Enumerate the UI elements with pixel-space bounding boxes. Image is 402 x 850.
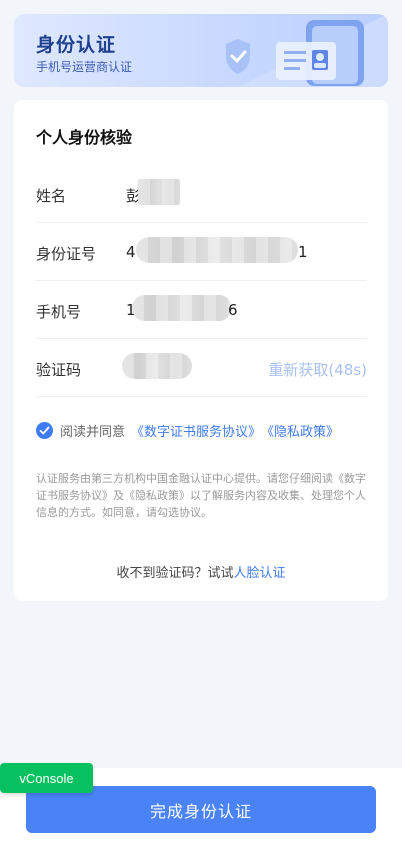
complete-verification-button[interactable]: 完成身份认证 — [26, 786, 376, 833]
id-number-redaction-mosaic — [136, 237, 298, 263]
checkmark-icon — [39, 426, 50, 434]
name-redaction-mosaic — [138, 179, 180, 205]
verification-code-row: 验证码 重新获取(48s) — [36, 339, 367, 397]
service-agreement-link[interactable]: 《数字证书服务协议》 — [131, 421, 261, 440]
face-auth-link[interactable]: 人脸认证 — [234, 566, 286, 581]
verification-code-label: 验证码 — [36, 361, 82, 379]
verification-code-input[interactable] — [122, 353, 192, 379]
name-row: 姓名 彭 — [36, 165, 367, 223]
id-number-row: 身份证号 4 1 — [36, 223, 367, 281]
id-number-prefix: 4 — [126, 243, 136, 261]
name-label: 姓名 — [36, 187, 67, 205]
auth-banner: 身份认证 手机号运营商认证 — [14, 14, 388, 87]
vconsole-button[interactable]: vConsole — [0, 763, 93, 793]
card-title: 个人身份核验 — [36, 128, 133, 147]
banner-title: 身份认证 — [36, 34, 117, 56]
banner-subtitle: 手机号运营商认证 — [36, 60, 133, 74]
service-notice: 认证服务由第三方机构中国金融认证中心提供。请您仔细阅读《数字证书服务协议》及《隐… — [36, 472, 366, 519]
id-number-label: 身份证号 — [36, 245, 97, 263]
agreement-row: 阅读并同意 《数字证书服务协议》 《隐私政策》 — [36, 420, 376, 440]
privacy-policy-link[interactable]: 《隐私政策》 — [261, 421, 339, 440]
phone-label: 手机号 — [36, 303, 82, 321]
id-number-suffix: 1 — [298, 243, 308, 261]
phone-row: 手机号 1 6 — [36, 281, 367, 339]
alternative-auth-text: 收不到验证码？试试 — [116, 566, 234, 581]
id-card-illustration-icon — [226, 14, 388, 87]
phone-suffix: 6 — [228, 301, 238, 319]
agreement-text: 阅读并同意 — [60, 424, 126, 440]
agreement-checkbox[interactable] — [36, 421, 53, 439]
alternative-auth-prompt: 收不到验证码？试试人脸认证 — [14, 562, 388, 581]
phone-redaction-mosaic — [132, 295, 232, 321]
resend-code-button[interactable]: 重新获取(48s) — [268, 359, 367, 380]
identity-verification-card: 个人身份核验 姓名 彭 身份证号 4 1 手机号 1 6 验证码 重新获取(48… — [14, 100, 388, 601]
